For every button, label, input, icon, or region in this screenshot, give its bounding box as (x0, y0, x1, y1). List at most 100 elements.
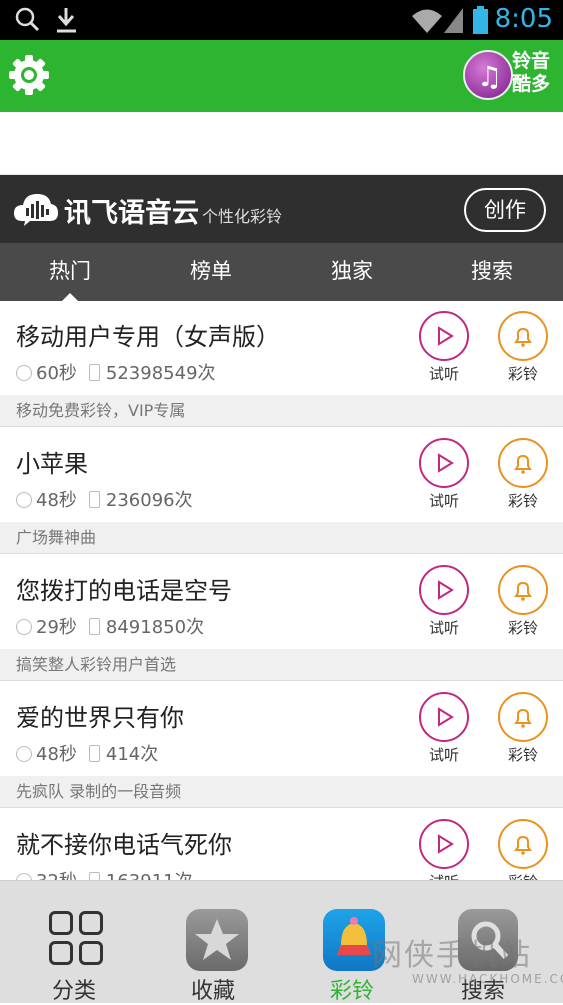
ad-strip (0, 112, 563, 175)
set-ringtone-button[interactable] (498, 565, 548, 615)
cloud-voice-icon (14, 194, 58, 226)
song-title: 您拨打的电话是空号 (16, 577, 232, 605)
preview-button[interactable] (419, 565, 469, 615)
song-play-count: 236096次 (105, 490, 193, 511)
song-play-count: 52398549次 (105, 363, 216, 384)
tab-exclusive-label: 独家 (331, 259, 373, 283)
list-item[interactable]: 就不接你电话气死你 32秒163911次 试听 彩铃 (0, 809, 563, 881)
phone-icon (88, 364, 100, 381)
tab-bar: 热门 榜单 独家 搜索 (0, 243, 563, 301)
battery-icon (473, 6, 488, 34)
tab-search-label: 搜索 (471, 259, 513, 283)
status-bar: 8:05 (0, 0, 563, 40)
signal-icon (444, 8, 463, 33)
song-list[interactable]: 移动用户专用（女声版） 60秒 52398549次 试听 彩铃 移动免费彩铃，VI… (0, 301, 563, 881)
watermark-url: WWW.HACKHOME.COM (412, 972, 563, 986)
set-ringtone-button[interactable] (498, 819, 548, 869)
preview-button[interactable] (419, 819, 469, 869)
active-tab-indicator (62, 293, 78, 301)
list-item[interactable]: 爱的世界只有你 48秒 414次 试听 彩铃 (0, 682, 563, 776)
list-item[interactable]: 移动用户专用（女声版） 60秒 52398549次 试听 彩铃 (0, 301, 563, 395)
xunfei-banner: 讯飞语音云 个性化彩铃 创作 (0, 175, 563, 243)
song-description: 广场舞神曲 (0, 522, 563, 554)
song-meta: 29秒 8491850次 (16, 613, 204, 639)
clock-icon (16, 746, 32, 762)
song-meta: 60秒 52398549次 (16, 359, 216, 385)
gear-icon[interactable] (8, 54, 50, 96)
list-item[interactable]: 您拨打的电话是空号 29秒 8491850次 试听 彩铃 (0, 555, 563, 649)
set-ringtone-button[interactable] (498, 311, 548, 361)
wifi-icon (412, 9, 442, 33)
brand-line-1: 铃音 (511, 50, 550, 72)
ringtone-label: 彩铃 (507, 746, 538, 764)
song-play-count: 8491850次 (105, 617, 205, 638)
star-icon (186, 909, 248, 971)
list-item[interactable]: 小苹果 48秒 236096次 试听 彩铃 (0, 428, 563, 522)
ringtone-label: 彩铃 (507, 365, 538, 383)
song-duration: 48秒 (36, 490, 77, 511)
watermark-text: 网侠手机站 (372, 938, 532, 973)
brand-line-2: 酷多 (511, 73, 550, 95)
tab-search[interactable]: 搜索 (422, 243, 562, 301)
set-ringtone-button[interactable] (498, 438, 548, 488)
nav-category[interactable]: 分类 (4, 881, 144, 1004)
app-logo: ♫ 铃音 酷多 (463, 48, 553, 104)
preview-button[interactable] (419, 692, 469, 742)
music-note-icon: ♫ (463, 50, 513, 100)
clock-time: 8:05 (494, 4, 553, 34)
song-meta: 48秒 414次 (16, 740, 158, 766)
play-icon (438, 580, 454, 600)
song-duration: 60秒 (36, 363, 77, 384)
ringtone-label: 彩铃 (507, 492, 538, 510)
song-meta: 32秒163911次 (16, 867, 193, 881)
tab-hot-label: 热门 (49, 259, 91, 283)
tab-charts[interactable]: 榜单 (141, 243, 281, 301)
song-description: 先疯队 录制的一段音频 (0, 776, 563, 808)
phone-icon (88, 618, 100, 635)
set-ringtone-button[interactable] (498, 692, 548, 742)
bell-icon (514, 708, 532, 728)
ringtone-label: 彩铃 (507, 619, 538, 637)
song-duration: 29秒 (36, 617, 77, 638)
tab-hot[interactable]: 热门 (0, 243, 140, 301)
phone-icon (88, 745, 100, 762)
preview-label: 试听 (428, 365, 459, 383)
song-meta: 48秒 236096次 (16, 486, 193, 512)
clock-icon (16, 492, 32, 508)
app-brand-name: 铃音 酷多 (509, 50, 553, 96)
song-title: 小苹果 (16, 450, 88, 478)
download-icon (57, 8, 76, 33)
play-icon (438, 453, 454, 473)
play-icon (438, 326, 454, 346)
preview-button[interactable] (419, 311, 469, 361)
grid-icon (49, 911, 107, 969)
song-description: 搞笑整人彩铃用户首选 (0, 649, 563, 681)
bell-icon (514, 327, 532, 347)
song-play-count: 414次 (105, 744, 159, 765)
song-title: 移动用户专用（女声版） (16, 323, 280, 351)
clock-icon (16, 365, 32, 381)
bell-icon (514, 835, 532, 855)
preview-label: 试听 (428, 492, 459, 510)
create-button[interactable]: 创作 (464, 188, 546, 232)
bell-icon (514, 581, 532, 601)
song-title: 就不接你电话气死你 (16, 831, 232, 859)
nav-favorites-label: 收藏 (190, 979, 235, 1004)
bell-icon (514, 454, 532, 474)
tab-exclusive[interactable]: 独家 (282, 243, 422, 301)
song-title: 爱的世界只有你 (16, 704, 184, 732)
search-icon (15, 7, 40, 32)
nav-favorites[interactable]: 收藏 (143, 881, 283, 1004)
app-header: ♫ 铃音 酷多 (0, 40, 563, 112)
song-description: 移动免费彩铃，VIP专属 (0, 395, 563, 427)
banner-subtitle: 个性化彩铃 (202, 207, 283, 226)
tab-charts-label: 榜单 (190, 259, 232, 283)
preview-label: 试听 (428, 619, 459, 637)
phone-icon (88, 491, 100, 508)
song-duration: 48秒 (36, 744, 77, 765)
clock-icon (16, 619, 32, 635)
preview-button[interactable] (419, 438, 469, 488)
nav-category-label: 分类 (51, 979, 96, 1004)
play-icon (438, 707, 454, 727)
nav-ringtones-label: 彩铃 (329, 979, 374, 1004)
